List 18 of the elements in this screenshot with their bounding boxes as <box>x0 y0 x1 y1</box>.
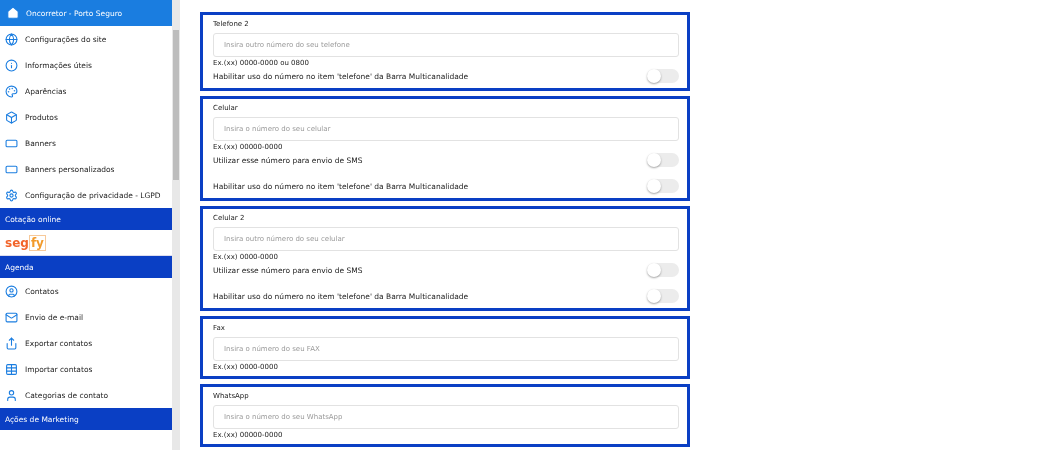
toggle-switch[interactable] <box>647 69 679 83</box>
palette-icon <box>5 84 18 98</box>
mail-icon <box>5 310 18 324</box>
scrollbar-thumb[interactable] <box>173 30 179 180</box>
globe-icon <box>5 32 18 46</box>
table-icon <box>5 362 18 376</box>
settings-icon <box>5 188 18 202</box>
home-icon <box>6 6 20 20</box>
scrollbar[interactable] <box>172 0 180 450</box>
toggle-switch[interactable] <box>647 153 679 167</box>
user-icon <box>5 388 18 402</box>
toggle-switch[interactable] <box>647 179 679 193</box>
share-icon <box>5 336 18 350</box>
contact-icon <box>5 284 18 298</box>
toggle-switch[interactable] <box>647 263 679 277</box>
box-icon <box>5 110 18 124</box>
toggle-switch[interactable] <box>647 289 679 303</box>
info-icon <box>5 58 18 72</box>
